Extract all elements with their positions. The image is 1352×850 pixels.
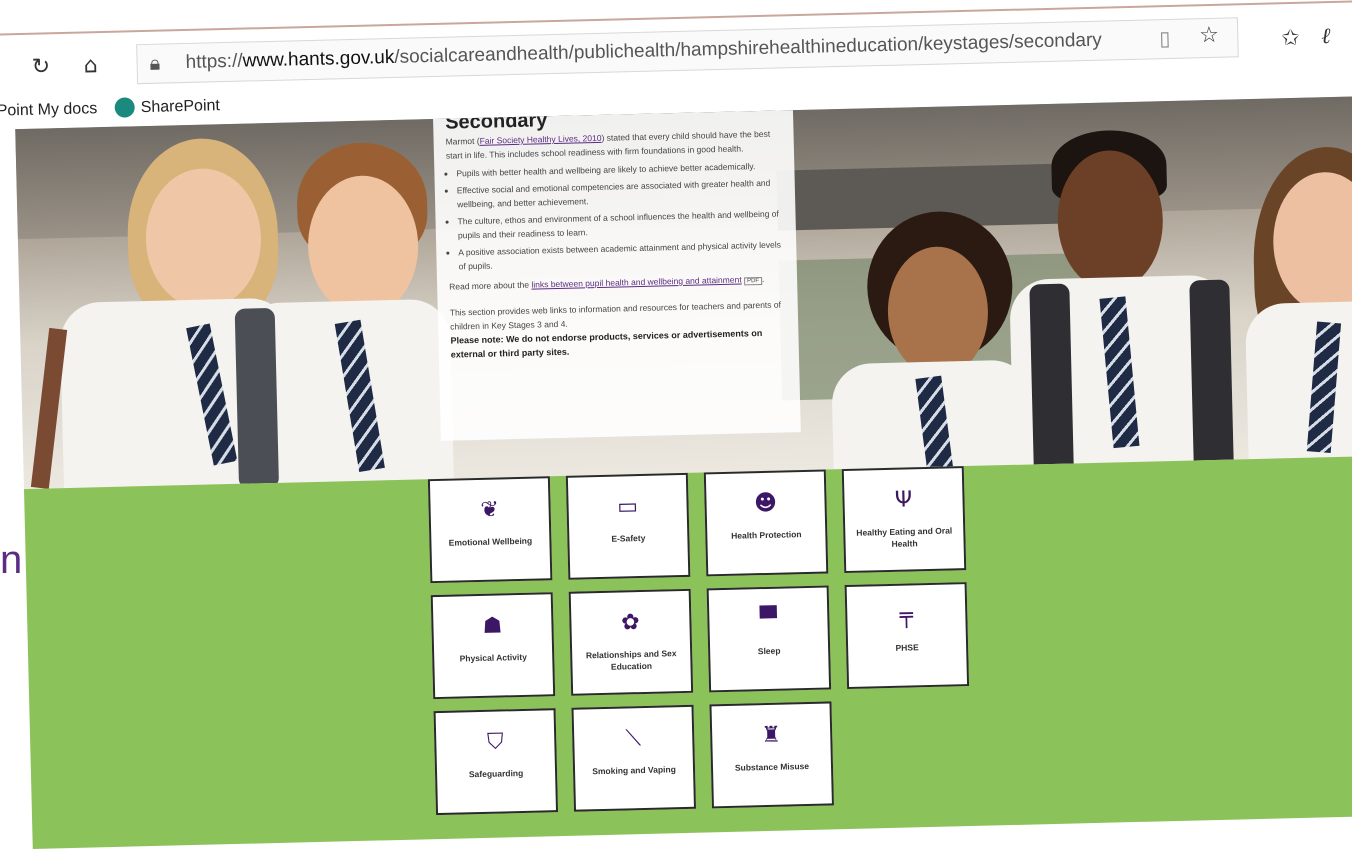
tile-label: Safeguarding (468, 767, 524, 780)
intro-text: Marmot ( (445, 135, 480, 147)
favorite-sharepoint[interactable]: SharePoint (140, 97, 220, 117)
tile-relationships-sex-education[interactable]: ✿ Relationships and Sex Education (568, 588, 694, 696)
tile-label: Sleep (757, 645, 781, 657)
refresh-icon[interactable]: ↻ (31, 54, 50, 79)
intro-panel: Secondary Marmot (Fair Society Healthy L… (433, 109, 801, 441)
tile-healthy-eating[interactable]: Ψ Healthy Eating and Oral Health (841, 466, 967, 574)
tile-safeguarding[interactable]: ⛉ Safeguarding (433, 708, 559, 816)
tile-label: PHSE (895, 642, 919, 653)
group-icon: ☗ (482, 613, 503, 639)
reading-view-icon[interactable]: ▯ (1159, 26, 1171, 50)
tile-label: E-Safety (611, 532, 646, 544)
backpack (1029, 283, 1075, 485)
flower-icon: ✿ (620, 610, 640, 636)
bed-icon: ▀ (759, 606, 778, 633)
read-more-paragraph: Read more about the links between pupil … (449, 273, 765, 292)
browser-window: ↻ ⌂ 🔒︎ https://www.hants.gov.uk/socialca… (0, 0, 1352, 849)
tile-sleep[interactable]: ▀ Sleep (706, 585, 832, 693)
hero-image: Secondary Marmot (Fair Society Healthy L… (15, 94, 1352, 490)
backpack (234, 307, 280, 489)
background-slide-text: n (0, 538, 23, 582)
topics-section: ❦ Emotional Wellbeing ▭ E-Safety ☻ Healt… (23, 454, 1352, 849)
cigarette-icon: ⟍ (625, 726, 642, 752)
notes-pen-icon[interactable]: ℓ (1321, 23, 1331, 49)
lock-icon: 🔒︎ (149, 50, 161, 75)
favorite-star-icon[interactable]: ☆ (1199, 23, 1219, 48)
tile-substance-misuse[interactable]: ♜ Substance Misuse (709, 701, 834, 809)
tile-emotional-wellbeing[interactable]: ❦ Emotional Wellbeing (427, 476, 553, 584)
tile-label: Substance Misuse (734, 760, 810, 773)
tile-label: Healthy Eating and Oral Health (856, 525, 953, 549)
tile-physical-activity[interactable]: ☗ Physical Activity (430, 592, 556, 700)
tile-label: Emotional Wellbeing (448, 535, 533, 548)
read-more-text: Read more about the (449, 279, 532, 292)
pdf-badge: PDF (743, 276, 763, 286)
list-item: Effective social and emotional competenc… (457, 175, 784, 211)
url-path: /socialcareandhealth/publichealth/hampsh… (394, 29, 1103, 68)
sharepoint-icon (114, 97, 135, 118)
list-item: The culture, ethos and environment of a … (457, 206, 784, 242)
benefits-list: Pupils with better health and wellbeing … (446, 158, 785, 273)
home-icon[interactable]: ⌂ (83, 53, 98, 78)
url-text[interactable]: https://www.hants.gov.uk/socialcareandhe… (185, 30, 1102, 74)
bottle-icon: ♜ (761, 722, 782, 749)
tile-smoking-vaping[interactable]: ⟍ Smoking and Vaping (571, 704, 697, 812)
favorites-list-icon[interactable]: ✩ (1281, 26, 1300, 51)
tile-health-protection[interactable]: ☻ Health Protection (703, 469, 829, 577)
list-item: A positive association exists between ac… (458, 237, 785, 273)
marmot-link[interactable]: Fair Society Healthy Lives, 2010 (479, 133, 601, 146)
tile-label: Physical Activity (459, 651, 527, 664)
leaf-icon: ❦ (480, 497, 500, 523)
signpost-icon: ╤ (899, 603, 914, 629)
backpack (1189, 279, 1235, 481)
tile-phse[interactable]: ╤ PHSE (844, 582, 970, 690)
shield-icon: ⛉ (486, 729, 504, 755)
cutlery-icon: Ψ (894, 487, 913, 513)
laptop-icon: ▭ (616, 494, 639, 520)
attainment-link[interactable]: links between pupil health and wellbeing… (531, 274, 741, 289)
url-prefix: https:// (185, 50, 243, 73)
url-domain: www.hants.gov.uk (242, 46, 395, 72)
doctor-icon: ☻ (753, 490, 778, 517)
tile-label: Relationships and Sex Education (585, 648, 677, 672)
favorite-my-docs[interactable]: Point My docs (0, 100, 97, 120)
tile-e-safety[interactable]: ▭ E-Safety (565, 472, 691, 580)
tile-label: Smoking and Vaping (592, 764, 676, 777)
tile-label: Health Protection (731, 529, 802, 541)
